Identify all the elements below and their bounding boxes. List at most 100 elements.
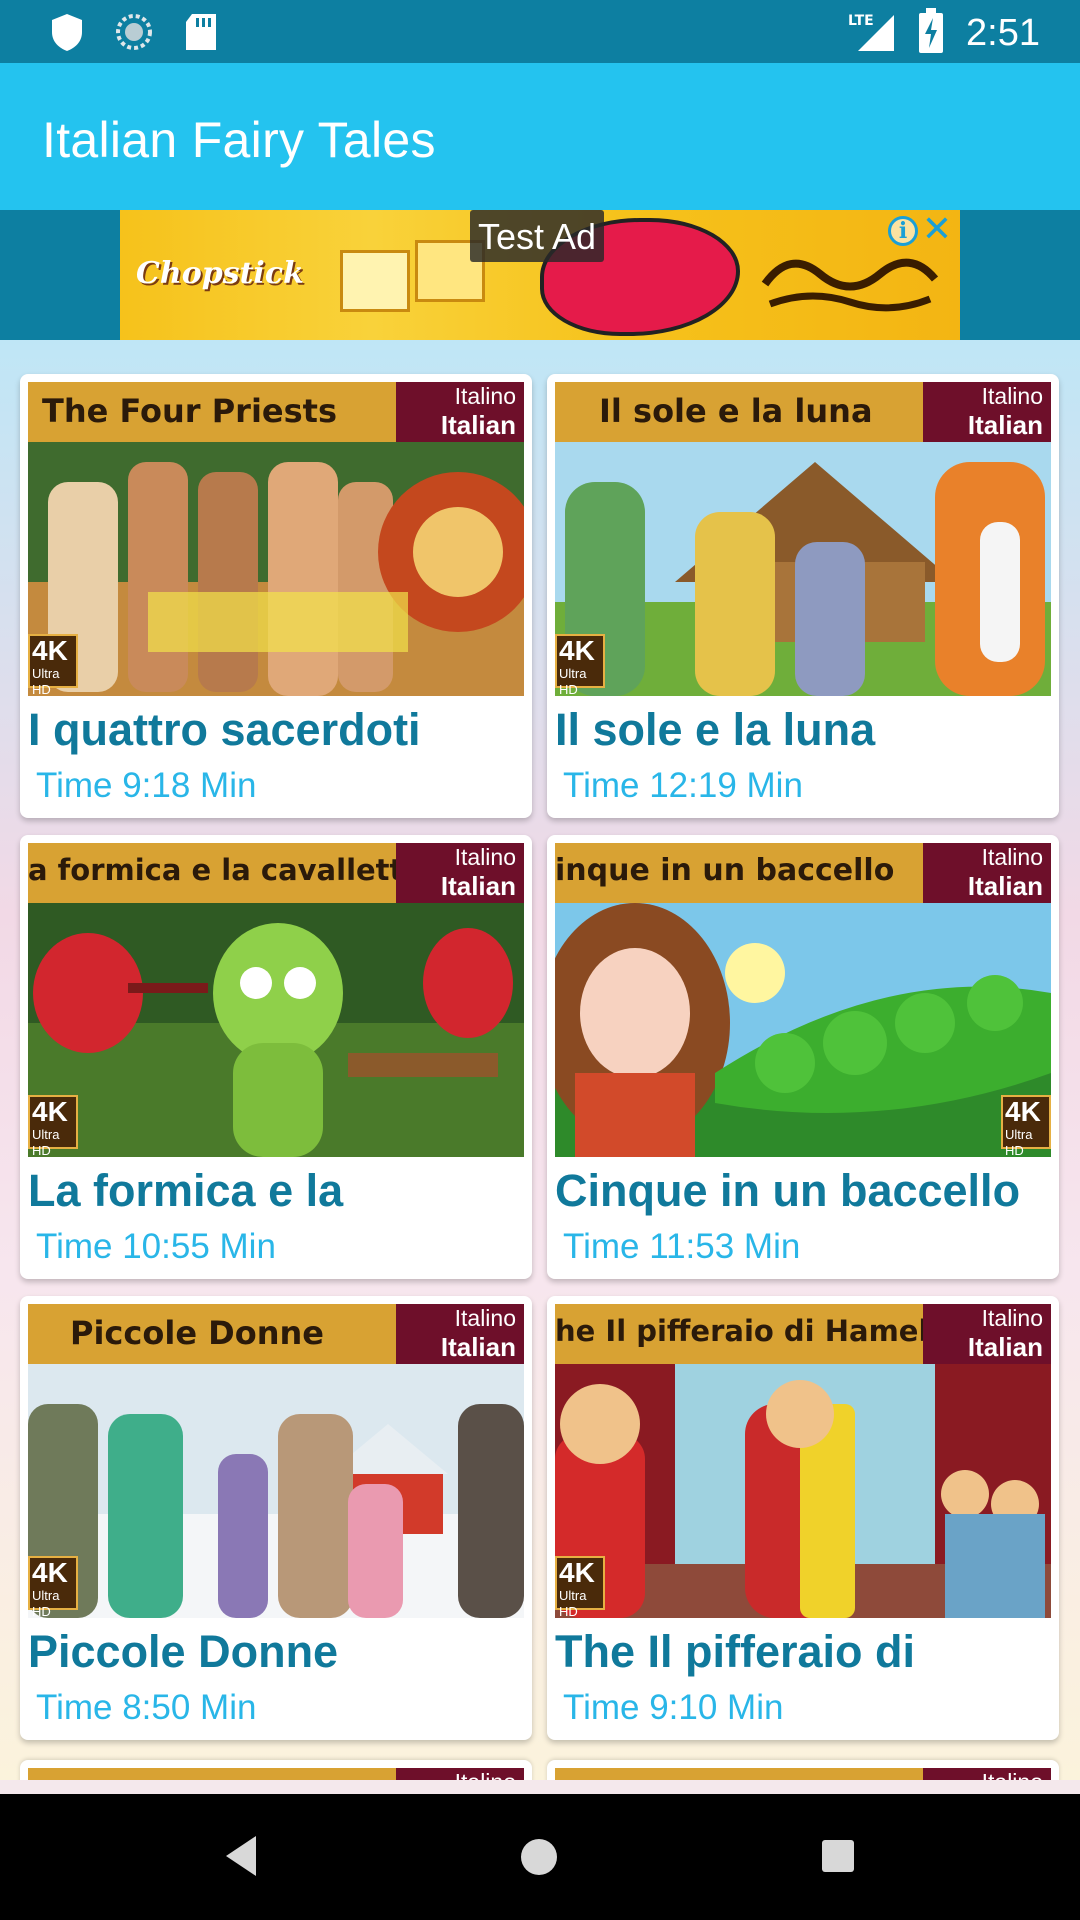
thumbnail-illustration [28,442,524,696]
network-label: LTE [848,13,874,29]
tale-card[interactable]: a formica e la cavalletta Italino Italia… [20,835,532,1279]
language-tag: Italino Italian [923,1304,1051,1364]
badge-text: 4K [32,1096,68,1127]
battery-charging-icon [918,8,944,59]
tale-duration: Time 8:50 Min [36,1688,257,1727]
thumbnail-illustration [28,903,524,1157]
thumbnail-title: he Il pifferaio di Hamelin [555,1314,959,1348]
4k-badge: 4K Ultra HD [28,634,78,696]
language-english: Italian [967,410,1043,440]
language-english: Italian [967,871,1043,901]
thumbnail-title: Piccole Donne [70,1314,324,1352]
tale-thumbnail: inque in un baccello Italino Italian 4K … [555,843,1051,1157]
tale-duration: Time 12:19 Min [563,766,803,805]
language-tag: Italino Italian [396,1304,524,1364]
tale-title: I quattro sacerdoti [28,704,421,755]
tale-thumbnail: Italino [555,1768,1051,1780]
tale-thumbnail: Il sole e la luna Italino Italian 4K Ult… [555,382,1051,696]
language-native: Italino [454,844,516,870]
thumbnail-title: The Four Priests [42,392,337,430]
4k-badge: 4K Ultra HD [28,1556,78,1618]
badge-text: 4K [32,1557,68,1588]
tale-list[interactable]: The Four Priests Italino Italian 4K Ultr… [0,340,1080,1780]
thumbnail-title: inque in un baccello [555,853,895,888]
back-icon[interactable] [226,1836,256,1876]
status-bar-left-icons [50,12,218,57]
tale-card[interactable]: Italino [20,1760,532,1780]
tale-title: La formica e la [28,1165,344,1216]
thumbnail-illustration [555,442,1051,696]
app-title: Italian Fairy Tales [42,112,436,168]
language-tag: Italino Italian [396,843,524,903]
sync-icon [114,12,154,57]
tale-card[interactable]: Piccole Donne Italino Italian 4K Ultra H… [20,1296,532,1740]
info-icon[interactable]: i [888,216,918,246]
app-bar: Italian Fairy Tales [0,63,1080,210]
language-english: Italian [440,410,516,440]
tale-duration: Time 9:10 Min [563,1688,784,1727]
ad-strip: Chopstick Test Ad i ✕ [0,210,1080,340]
close-icon[interactable]: ✕ [920,211,954,247]
language-tag: Italino Italian [923,843,1051,903]
badge-text: 4K [32,635,68,666]
tale-title: Cinque in un baccello [555,1165,1021,1216]
tale-card[interactable]: Il sole e la luna Italino Italian 4K Ult… [547,374,1059,818]
tale-title: Il sole e la luna [555,704,876,755]
4k-badge: 4K Ultra HD [1001,1095,1051,1157]
status-bar-right-icons: LTE 2:51 [848,8,1040,59]
4k-badge: 4K Ultra HD [555,634,605,696]
badge-subtext: Ultra HD [32,666,60,696]
tale-thumbnail: Piccole Donne Italino Italian 4K Ultra H… [28,1304,524,1618]
4k-badge: 4K Ultra HD [28,1095,78,1157]
badge-text: 4K [1005,1096,1041,1127]
ad-test-label: Test Ad [470,210,605,262]
status-time: 2:51 [966,12,1040,54]
language-native: Italino [454,1305,516,1331]
language-tag: Italino Italian [923,382,1051,442]
tale-duration: Time 9:18 Min [36,766,257,805]
tale-duration: Time 10:55 Min [36,1227,276,1266]
ad-product-image [340,250,410,312]
badge-subtext: Ultra HD [32,1127,60,1157]
tale-duration: Time 11:53 Min [563,1227,801,1266]
4k-badge: 4K Ultra HD [555,1556,605,1618]
badge-subtext: Ultra HD [32,1588,60,1618]
tale-thumbnail: Italino [28,1768,524,1780]
home-icon[interactable] [521,1839,557,1875]
tale-card[interactable]: he Il pifferaio di Hamelin Italino Itali… [547,1296,1059,1740]
badge-subtext: Ultra HD [559,1588,587,1618]
language-native: Italino [981,844,1043,870]
tale-thumbnail: The Four Priests Italino Italian 4K Ultr… [28,382,524,696]
sd-card-icon [184,12,218,57]
language-english: Italian [967,1332,1043,1362]
tale-title: The Il pifferaio di [555,1626,916,1677]
ad-banner[interactable]: Chopstick Test Ad i ✕ [120,210,960,340]
badge-subtext: Ultra HD [1005,1127,1033,1157]
shield-icon [50,12,84,57]
tale-thumbnail: he Il pifferaio di Hamelin Italino Itali… [555,1304,1051,1618]
language-native: Italino [454,383,516,409]
tale-card[interactable]: Italino [547,1760,1059,1780]
status-bar: LTE 2:51 [0,0,1080,63]
badge-text: 4K [559,1557,595,1588]
thumbnail-illustration [555,1364,1051,1618]
tale-title: Piccole Donne [28,1626,339,1677]
tale-card[interactable]: inque in un baccello Italino Italian 4K … [547,835,1059,1279]
ad-graphic-text [760,244,940,323]
thumbnail-illustration [28,1364,524,1618]
language-native: Italino [981,383,1043,409]
language-tag: Italino [396,1768,524,1780]
thumbnail-title: Il sole e la luna [599,392,873,430]
thumbnail-title: a formica e la cavalletta [28,853,423,887]
navigation-bar [0,1794,1080,1920]
badge-text: 4K [559,635,595,666]
badge-subtext: Ultra HD [559,666,587,696]
language-tag: Italino [923,1768,1051,1780]
language-native: Italino [923,1768,1043,1780]
tale-thumbnail: a formica e la cavalletta Italino Italia… [28,843,524,1157]
language-native: Italino [981,1305,1043,1331]
signal-icon: LTE [848,9,896,58]
language-english: Italian [440,1332,516,1362]
recents-icon[interactable] [822,1840,854,1872]
tale-card[interactable]: The Four Priests Italino Italian 4K Ultr… [20,374,532,818]
